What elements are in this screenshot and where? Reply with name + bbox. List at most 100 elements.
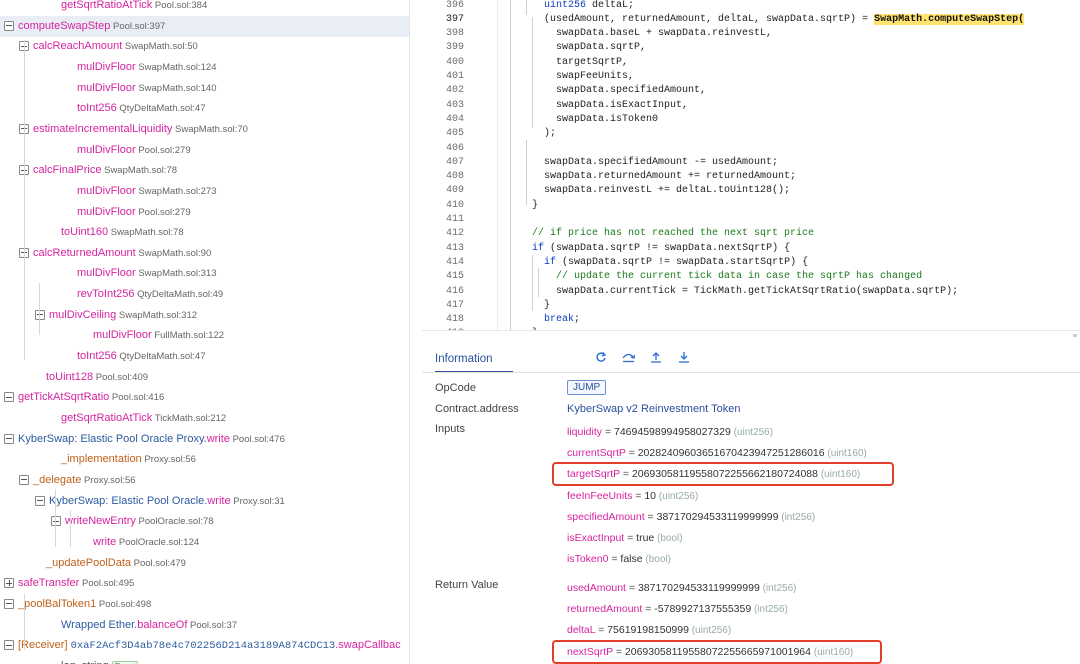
tree-row[interactable]: log_string Event xyxy=(0,656,409,664)
tree-row[interactable]: toUint160 SwapMath.sol:78 xyxy=(0,222,409,243)
function-name[interactable]: mulDivFloor xyxy=(77,267,136,279)
function-name[interactable]: calcReachAmount xyxy=(33,40,122,52)
function-name[interactable]: mulDivFloor xyxy=(77,185,136,197)
function-name[interactable]: log_string xyxy=(61,660,109,664)
param-value[interactable]: 75619198150999 xyxy=(607,624,689,636)
function-name[interactable]: getSqrtRatioAtTick xyxy=(61,0,152,11)
function-name[interactable]: computeSwapStep xyxy=(18,20,110,32)
tree-row[interactable]: _poolBalToken1 Pool.sol:498 xyxy=(0,594,409,615)
collapse-toggle-icon[interactable] xyxy=(51,516,61,527)
function-name[interactable]: .swapCallbac xyxy=(335,639,400,651)
function-name[interactable]: getSqrtRatioAtTick xyxy=(61,412,152,424)
tree-row[interactable]: toInt256 QtyDeltaMath.sol:47 xyxy=(0,346,409,367)
collapse-toggle-icon[interactable] xyxy=(4,433,14,444)
param-name: liquidity xyxy=(567,426,603,438)
tree-row[interactable]: _updatePoolData Pool.sol:479 xyxy=(0,553,409,574)
tree-row[interactable]: _implementation Proxy.sol:56 xyxy=(0,449,409,470)
tab-information[interactable]: Information xyxy=(435,353,493,365)
param-value[interactable]: 74694598994958027329 xyxy=(614,426,731,438)
param-value[interactable]: 10 xyxy=(644,490,656,502)
collapse-toggle-icon[interactable] xyxy=(35,495,45,506)
param-value[interactable]: 387170294533119999999 xyxy=(638,582,760,594)
collapse-toggle-icon[interactable] xyxy=(35,309,45,320)
tree-row[interactable]: writeNewEntry PoolOracle.sol:78 xyxy=(0,511,409,532)
tree-row[interactable]: KyberSwap: Elastic Pool Oracle Proxy.wri… xyxy=(0,429,409,450)
tree-row[interactable]: mulDivFloor Pool.sol:279 xyxy=(0,202,409,223)
function-name[interactable]: write xyxy=(207,433,230,445)
tree-row[interactable]: _delegate Proxy.sol:56 xyxy=(0,470,409,491)
tree-row[interactable]: mulDivFloor SwapMath.sol:124 xyxy=(0,57,409,78)
function-name[interactable]: estimateIncrementalLiquidity xyxy=(33,123,172,135)
collapse-toggle-icon[interactable] xyxy=(4,640,14,651)
param-value[interactable]: -5789927137555359 xyxy=(654,603,751,615)
function-name[interactable]: writeNewEntry xyxy=(65,515,136,527)
param-value[interactable]: 387170294533119999999 xyxy=(657,511,779,523)
function-name[interactable]: revToInt256 xyxy=(77,288,134,300)
collapse-toggle-icon[interactable] xyxy=(4,20,14,31)
function-name[interactable]: mulDivFloor xyxy=(77,82,136,94)
tree-row[interactable]: mulDivCeiling SwapMath.sol:312 xyxy=(0,305,409,326)
function-name[interactable]: mulDivFloor xyxy=(77,61,136,73)
contract-address-link[interactable]: KyberSwap v2 Reinvestment Token xyxy=(567,403,740,415)
tree-row[interactable]: safeTransfer Pool.sol:495 xyxy=(0,573,409,594)
function-name[interactable]: mulDivCeiling xyxy=(49,309,116,321)
scrollbar-thumb[interactable] xyxy=(1073,334,1077,337)
tree-row[interactable]: mulDivFloor SwapMath.sol:140 xyxy=(0,78,409,99)
function-name[interactable]: write xyxy=(207,495,230,507)
tree-row[interactable]: mulDivFloor SwapMath.sol:273 xyxy=(0,181,409,202)
tree-row[interactable]: getSqrtRatioAtTick Pool.sol:384 xyxy=(0,0,409,16)
tree-row[interactable]: write PoolOracle.sol:124 xyxy=(0,532,409,553)
step-over-icon[interactable] xyxy=(621,351,635,365)
tree-row[interactable]: mulDivFloor SwapMath.sol:313 xyxy=(0,263,409,284)
tree-row[interactable]: getSqrtRatioAtTick TickMath.sol:212 xyxy=(0,408,409,429)
tree-row[interactable]: mulDivFloor FullMath.sol:122 xyxy=(0,325,409,346)
contract-name[interactable]: Wrapped Ether. xyxy=(61,619,137,631)
tree-row[interactable]: KyberSwap: Elastic Pool Oracle.write Pro… xyxy=(0,491,409,512)
function-name[interactable]: write xyxy=(93,536,116,548)
function-name[interactable]: calcReturnedAmount xyxy=(33,247,136,259)
function-name[interactable]: toUint128 xyxy=(46,371,93,383)
collapse-toggle-icon[interactable] xyxy=(19,474,29,485)
function-name[interactable]: _updatePoolData xyxy=(46,557,131,569)
function-name[interactable]: toInt256 xyxy=(77,350,117,362)
receiver-address[interactable]: 0xaF2Acf3D4ab78e4c702256D214a3189A874CDC… xyxy=(71,640,336,652)
function-name[interactable]: calcFinalPrice xyxy=(33,164,101,176)
function-name[interactable]: getTickAtSqrtRatio xyxy=(18,391,109,403)
collapse-toggle-icon[interactable] xyxy=(4,598,14,609)
param-value[interactable]: true xyxy=(636,532,654,544)
expand-toggle-icon[interactable] xyxy=(4,578,14,589)
collapse-toggle-icon[interactable] xyxy=(4,392,14,403)
tree-row[interactable]: revToInt256 QtyDeltaMath.sol:49 xyxy=(0,284,409,305)
tree-row[interactable]: Wrapped Ether.balanceOf Pool.sol:37 xyxy=(0,615,409,636)
rotate-icon[interactable] xyxy=(594,351,608,365)
tree-guide-line xyxy=(70,510,71,547)
function-name[interactable]: safeTransfer xyxy=(18,577,79,589)
param-value[interactable]: 20282409603651670423947251286016 xyxy=(638,447,825,459)
code-line: 397 (usedAmount, returnedAmount, deltaL,… xyxy=(422,13,1080,28)
tree-row[interactable]: calcReachAmount SwapMath.sol:50 xyxy=(0,36,409,57)
tree-row[interactable]: [Receiver] 0xaF2Acf3D4ab78e4c702256D214a… xyxy=(0,635,409,656)
function-name[interactable]: balanceOf xyxy=(137,619,187,631)
function-name[interactable]: _delegate xyxy=(33,474,81,486)
tree-row[interactable]: toInt256 QtyDeltaMath.sol:47 xyxy=(0,98,409,119)
function-name[interactable]: toUint160 xyxy=(61,226,108,238)
function-name[interactable]: _poolBalToken1 xyxy=(18,598,96,610)
function-name[interactable]: mulDivFloor xyxy=(77,206,136,218)
function-name[interactable]: toInt256 xyxy=(77,102,117,114)
tree-row[interactable]: toUint128 Pool.sol:409 xyxy=(0,367,409,388)
contract-name[interactable]: KyberSwap: Elastic Pool Oracle Proxy. xyxy=(18,433,207,445)
param-value[interactable]: false xyxy=(620,553,642,565)
tree-row[interactable]: computeSwapStep Pool.sol:397 xyxy=(0,15,409,37)
contract-name[interactable]: KyberSwap: Elastic Pool Oracle. xyxy=(49,495,207,507)
tree-row[interactable]: calcFinalPrice SwapMath.sol:78 xyxy=(0,160,409,181)
tree-label: toUint160 SwapMath.sol:78 xyxy=(61,222,184,243)
function-name[interactable]: _implementation xyxy=(61,453,142,465)
step-into-icon[interactable] xyxy=(677,351,691,365)
tree-row[interactable]: estimateIncrementalLiquidity SwapMath.so… xyxy=(0,119,409,140)
tree-row[interactable]: calcReturnedAmount SwapMath.sol:90 xyxy=(0,243,409,264)
step-out-icon[interactable] xyxy=(649,351,663,365)
tree-row[interactable]: mulDivFloor Pool.sol:279 xyxy=(0,140,409,161)
function-name[interactable]: mulDivFloor xyxy=(77,144,136,156)
function-name[interactable]: mulDivFloor xyxy=(93,329,152,341)
tree-row[interactable]: getTickAtSqrtRatio Pool.sol:416 xyxy=(0,387,409,408)
